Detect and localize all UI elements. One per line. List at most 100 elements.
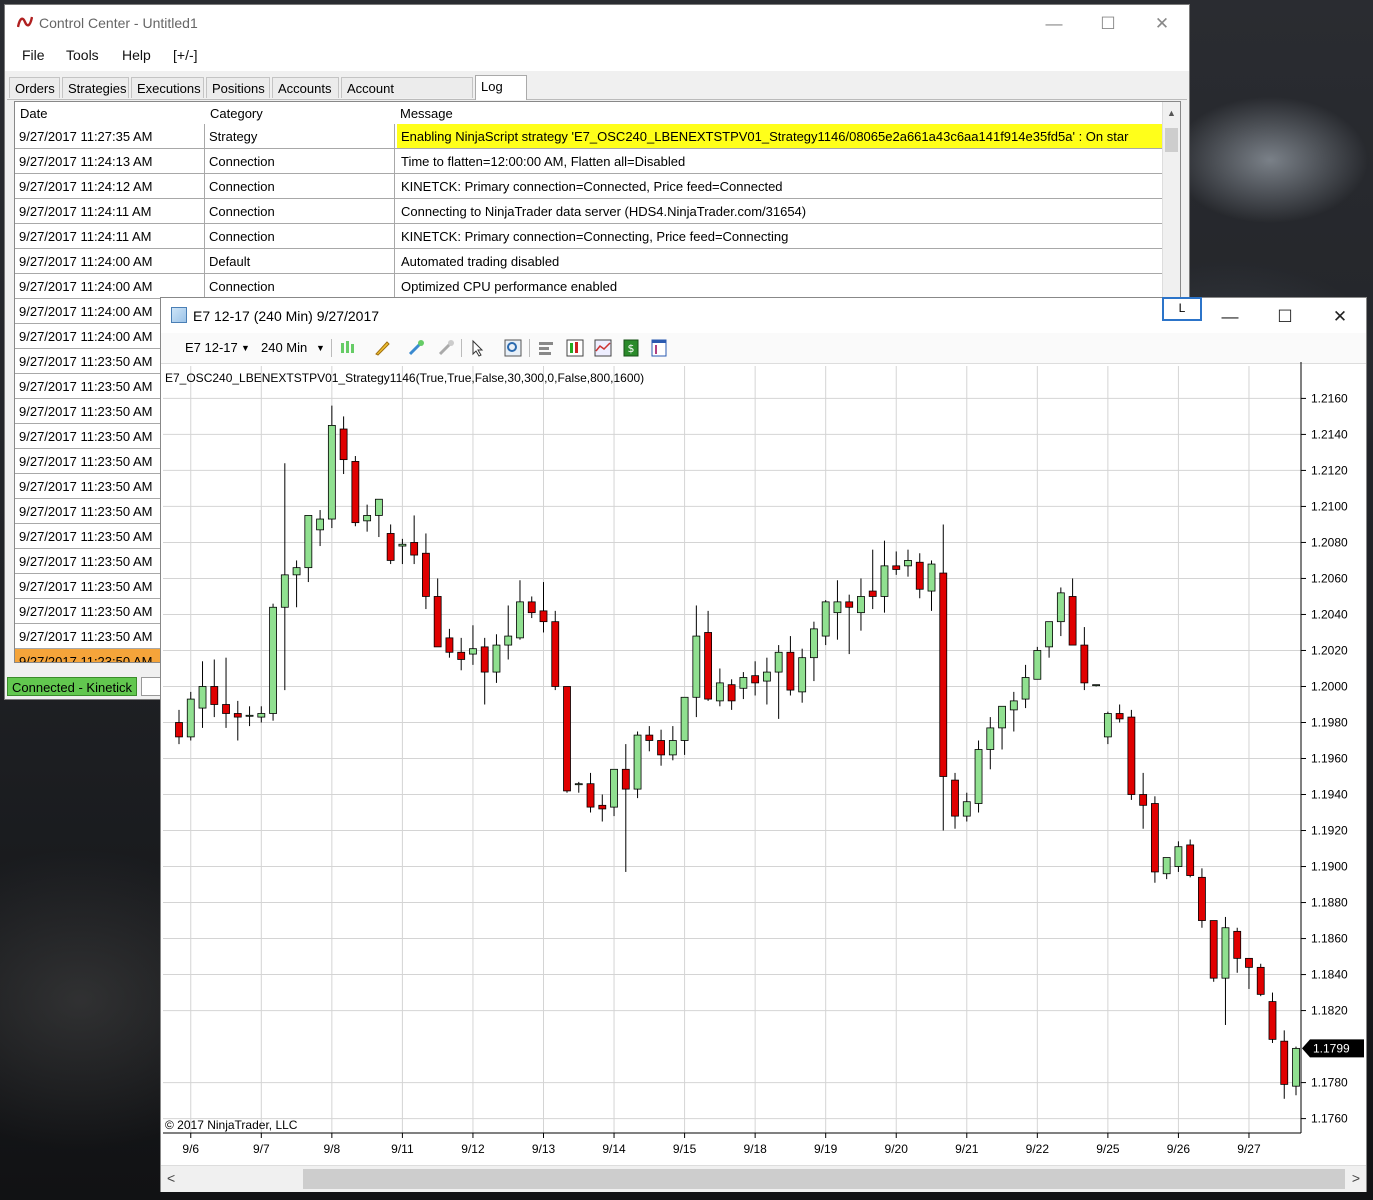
x-axis-label: 9/27	[1237, 1142, 1261, 1156]
x-axis-label: 9/25	[1096, 1142, 1120, 1156]
tab-positions[interactable]: Positions	[206, 77, 270, 98]
candle-down	[892, 565, 901, 570]
log-row[interactable]: 9/27/2017 11:24:00 AM Default Automated tr…	[15, 249, 1162, 274]
candle-up	[821, 601, 830, 637]
candle-up	[762, 671, 771, 682]
log-row[interactable]: 9/27/2017 11:24:11 AM Connection KINETCK: …	[15, 224, 1162, 249]
candle-down	[1268, 1001, 1277, 1040]
ninjatrader-logo-icon	[17, 16, 33, 28]
candle-down	[868, 590, 877, 597]
log-category-cell: Connection	[205, 274, 395, 298]
candle-up	[316, 518, 324, 531]
log-category-cell: Connection	[205, 224, 395, 248]
chart-horizontal-scrollbar[interactable]: < >	[161, 1165, 1366, 1192]
minimize-button[interactable]: —	[1031, 11, 1077, 37]
candle-up	[363, 515, 372, 522]
candle-down	[915, 561, 924, 590]
candle-up	[398, 543, 407, 547]
candle-up	[1009, 700, 1018, 711]
log-date-cell: 9/27/2017 11:24:00 AM	[15, 249, 205, 273]
connection-status[interactable]: Connected - Kinetick	[7, 677, 137, 696]
x-axis-label: 9/13	[532, 1142, 556, 1156]
candle-down	[1198, 876, 1206, 921]
log-date-cell: 9/27/2017 11:27:35 AM	[15, 124, 205, 148]
column-category[interactable]: Category	[210, 106, 263, 121]
candle-down	[1151, 803, 1159, 873]
candle-up	[774, 651, 783, 673]
scroll-up-icon[interactable]: ▲	[1167, 108, 1176, 118]
log-category-cell: Connection	[205, 199, 395, 223]
candle-up	[1174, 846, 1183, 867]
candle-up	[504, 635, 513, 646]
log-category-cell: Default	[205, 249, 395, 273]
y-axis-label: 1.1900	[1311, 860, 1348, 874]
x-axis-label: 9/14	[602, 1142, 626, 1156]
maximize-button[interactable]: ☐	[1085, 11, 1131, 37]
y-axis-label: 1.2000	[1311, 679, 1348, 693]
menu-expand[interactable]: [+/-]	[173, 47, 198, 63]
x-axis-label: 9/7	[253, 1142, 270, 1156]
candle-up	[1292, 1047, 1300, 1087]
control-center-titlebar[interactable]: Control Center - Untitled1 — ☐ ✕	[5, 5, 1189, 41]
log-date-cell: 9/27/2017 11:24:11 AM	[15, 224, 205, 248]
candle-up	[962, 801, 971, 817]
y-axis-label: 1.1780	[1311, 1076, 1348, 1090]
candle-down	[222, 704, 230, 714]
scroll-thumb[interactable]	[1165, 128, 1178, 152]
tab-accounts[interactable]: Accounts	[272, 77, 339, 98]
log-message-cell: KINETCK: Primary connection=Connecting, …	[401, 229, 789, 244]
log-row[interactable]: 9/27/2017 11:24:12 AM Connection KINETCK: …	[15, 174, 1162, 199]
close-button[interactable]: ✕	[1139, 11, 1185, 37]
log-row[interactable]: 9/27/2017 11:24:11 AM Connection Connectin…	[15, 199, 1162, 224]
candle-up	[304, 515, 313, 569]
candle-up	[1021, 677, 1030, 700]
scroll-left-icon[interactable]: <	[167, 1170, 175, 1186]
menu-bar: File Tools Help [+/-]	[5, 41, 1189, 71]
log-row[interactable]: 9/27/2017 11:24:13 AM Connection Time to f…	[15, 149, 1162, 174]
y-axis-label: 1.1960	[1311, 752, 1348, 766]
candle-up	[633, 734, 642, 790]
log-message-cell: Enabling NinjaScript strategy 'E7_OSC240…	[397, 124, 1162, 148]
log-category-cell: Strategy	[205, 124, 395, 148]
y-axis-label: 1.2120	[1311, 463, 1348, 477]
candle-down	[1233, 930, 1242, 959]
log-date-cell: 9/27/2017 11:24:12 AM	[15, 174, 205, 198]
horizontal-scroll-thumb[interactable]	[303, 1169, 1345, 1189]
tab-account-performance[interactable]: Account Performance	[341, 77, 473, 117]
candle-down	[1280, 1040, 1289, 1085]
candle-down	[410, 542, 419, 556]
candle-down	[1209, 920, 1218, 979]
log-row[interactable]: 9/27/2017 11:27:35 AM Strategy Enabling Ni…	[15, 124, 1162, 149]
window-title: Control Center - Untitled1	[39, 15, 198, 31]
log-message-cell: Connecting to NinjaTrader data server (H…	[401, 204, 807, 219]
x-axis-label: 9/22	[1026, 1142, 1050, 1156]
candle-up	[998, 705, 1006, 729]
log-category-cell: Connection	[205, 174, 395, 198]
y-axis-label: 1.2160	[1311, 391, 1348, 405]
candle-up	[1221, 927, 1230, 979]
candle-up	[198, 686, 207, 709]
menu-file[interactable]: File	[22, 47, 45, 63]
menu-help[interactable]: Help	[122, 47, 151, 63]
candle-up	[327, 425, 336, 520]
candle-down	[1127, 716, 1136, 795]
column-message[interactable]: Message	[400, 106, 453, 121]
candle-up	[798, 657, 807, 693]
candle-up	[927, 563, 936, 592]
column-date[interactable]: Date	[20, 106, 47, 121]
candle-up	[516, 601, 524, 639]
y-axis-label: 1.1880	[1311, 896, 1348, 910]
candle-up	[1103, 713, 1112, 738]
tab-strategies[interactable]: Strategies	[62, 77, 129, 98]
candle-down	[1115, 713, 1124, 720]
log-row[interactable]: 9/27/2017 11:24:00 AM Connection Optimized…	[15, 274, 1162, 299]
y-axis-label: 1.2140	[1311, 427, 1348, 441]
candle-up	[1092, 684, 1101, 687]
y-axis-label: 1.2040	[1311, 607, 1348, 621]
scroll-right-icon[interactable]: >	[1352, 1170, 1360, 1186]
tab-orders[interactable]: Orders	[9, 77, 60, 98]
candlestick-chart[interactable]: 9/6 9/7 9/8 9/11 9/12 9/13 9/14 9/15 9/18 9/19 9/2…	[161, 298, 1366, 1191]
tab-log[interactable]: Log	[475, 75, 527, 100]
tab-executions[interactable]: Executions	[131, 77, 204, 98]
menu-tools[interactable]: Tools	[66, 47, 99, 63]
